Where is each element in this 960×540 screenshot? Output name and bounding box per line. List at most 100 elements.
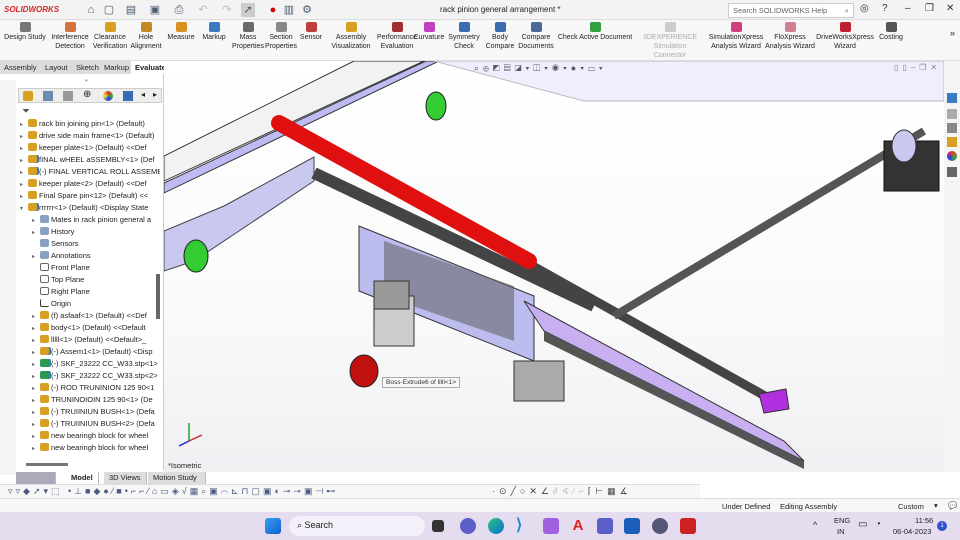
tree-item[interactable]: ▸ TRUNINOIOIN 125 90<1> (De <box>32 394 160 406</box>
ribbon-button-assembly-visualization[interactable]: Assembly Visualization <box>328 22 374 51</box>
custom-properties-tab-icon[interactable] <box>947 167 957 177</box>
ribbon-button-hole-alignment[interactable]: Hole Alignment <box>128 22 164 51</box>
expand-arrow-icon[interactable]: ▸ <box>32 431 40 442</box>
expand-arrow-icon[interactable]: ▸ <box>32 251 40 262</box>
sketch-entity-icons[interactable]: ·⊙╱○✕∠∂∢⁄⌐⌈⊢▦∡ <box>492 486 632 497</box>
expand-arrow-icon[interactable]: ▸ <box>32 371 40 382</box>
tree-item[interactable]: ▸ body<1> (Default) <<Default <box>32 322 160 334</box>
filter-icon[interactable]: ⏷ <box>22 106 30 117</box>
expand-arrow-icon[interactable]: ▸ <box>32 227 40 238</box>
tree-item[interactable]: ▸ (-) TRUIINIUN BUSH<1> (Defa <box>32 406 160 418</box>
expand-arrow-icon[interactable]: ▸ <box>32 215 40 226</box>
sketch-toolbar[interactable]: ▿▿◆➚▾⬚ •⊥■◆●⁄■•⌐⌐⁄⌂▭◈√▦⌕▣⌒⊾⊓▢▣◐⊸⊸▣⊣⊷ ·⊙╱… <box>0 484 700 498</box>
help-icon[interactable]: ? <box>882 3 888 14</box>
ribbon-button-compare-documents[interactable]: Compare Documents <box>518 22 554 51</box>
expand-arrow-icon[interactable]: ▸ <box>32 383 40 394</box>
expand-arrow-icon[interactable]: ▸ <box>20 167 28 178</box>
viewport-window-controls[interactable]: ▯▯–❐✕ <box>894 63 941 72</box>
assembly-model[interactable] <box>164 61 944 472</box>
tree-item[interactable]: Right Plane <box>32 286 160 298</box>
selection-filter-icons[interactable]: ▿▿◆➚▾⬚ •⊥■◆●⁄■•⌐⌐⁄⌂▭◈√▦⌕▣⌒⊾⊓▢▣◐⊸⊸▣⊣⊷ <box>8 486 338 497</box>
clock-date[interactable]: 06-04-2023 <box>893 527 931 536</box>
tree-item[interactable]: ▸ lllll<1> (Default) <<Default>_ <box>32 334 160 346</box>
expand-arrow-icon[interactable]: ▸ <box>32 359 40 370</box>
ribbon-button-driveworksxpress-wizard[interactable]: DriveWorksXpress Wizard <box>816 22 874 51</box>
tab-scroll-left-icon[interactable]: ◂ <box>141 90 145 99</box>
graphics-viewport[interactable]: ⌕⊕◩▤◪▾◫▾◉▾●▾▭▾ ▯▯–❐✕ *Isometric <box>164 61 944 472</box>
print-icon[interactable]: ⎙ <box>172 3 186 17</box>
tab-scroll-right-icon[interactable]: ▸ <box>153 90 157 99</box>
units-dropdown-icon[interactable]: ▾ <box>934 501 938 510</box>
tree-item[interactable]: ▸ (-) Assem1<1> (Default) <Disp <box>32 346 160 358</box>
design-library-tab-icon[interactable] <box>947 109 957 119</box>
tab-assembly[interactable]: Assembly <box>0 61 42 74</box>
tab-navigation-arrows[interactable] <box>16 472 56 484</box>
ribbon-button-body-compare[interactable]: Body Compare <box>484 22 516 51</box>
tree-vertical-scrollbar[interactable] <box>156 274 160 319</box>
tree-item[interactable]: ▸ rack bin joining pin<1> (Default) <box>20 118 160 130</box>
appearances-tab-icon[interactable] <box>947 151 957 161</box>
tree-item[interactable]: ▸ Final Spare pin<12> (Default) << <box>20 190 160 202</box>
panel-grip[interactable]: • <box>85 76 88 85</box>
language-indicator[interactable]: ENG <box>834 516 850 525</box>
ribbon-button-symmetry-check[interactable]: Symmetry Check <box>447 22 481 51</box>
home-icon[interactable]: ⌂ <box>84 3 98 17</box>
expand-arrow-icon[interactable]: ▸ <box>32 443 40 454</box>
ribbon-button-simulationxpress-analysis-wizard[interactable]: SimulationXpress Analysis Wizard <box>708 22 764 51</box>
notification-badge[interactable]: 1 <box>937 521 947 531</box>
tree-item[interactable]: ▸ keeper plate<2> (Default) <<Def <box>20 178 160 190</box>
tree-item[interactable]: Origin <box>32 298 160 310</box>
comment-icon[interactable]: 💬 <box>948 501 957 510</box>
ribbon-button-markup[interactable]: Markup <box>198 22 230 42</box>
ribbon-button-costing[interactable]: Costing <box>876 22 906 42</box>
expand-arrow-icon[interactable]: ▸ <box>20 119 28 130</box>
expand-arrow-icon[interactable]: ▸ <box>20 131 28 142</box>
undo-icon[interactable]: ↶ <box>196 3 210 17</box>
display-manager-tab-icon[interactable] <box>103 91 113 101</box>
volume-icon[interactable]: ◔ <box>875 519 881 530</box>
expand-arrow-icon[interactable]: ▸ <box>20 191 28 202</box>
select-icon[interactable]: ➚ <box>241 3 255 17</box>
tree-item[interactable]: ▸ fINAL wHEEL aSSEMBLY<1> (Def <box>20 154 160 166</box>
tree-item[interactable]: Sensors <box>32 238 160 250</box>
options-gear-icon[interactable]: ⚙ <box>300 3 314 17</box>
file-explorer-tab-icon[interactable] <box>947 123 957 133</box>
ribbon-button-sensor[interactable]: Sensor <box>298 22 324 42</box>
heads-up-view-toolbar[interactable]: ⌕⊕◩▤◪▾◫▾◉▾●▾▭▾ <box>474 63 644 75</box>
expand-arrow-icon[interactable]: ▸ <box>32 323 40 334</box>
expand-arrow-icon[interactable]: ▸ <box>32 311 40 322</box>
network-icon[interactable]: ▭ <box>858 519 867 530</box>
dimxpert-tab-icon[interactable]: ⊕ <box>83 89 91 100</box>
edge-icon[interactable] <box>488 518 504 534</box>
ribbon-button-check-active-document[interactable]: Check Active Document <box>556 22 634 42</box>
expand-arrow-icon[interactable]: ▸ <box>32 419 40 430</box>
expand-arrow-icon[interactable]: ▸ <box>20 155 28 166</box>
tree-item[interactable]: ▸ new bearingh block for wheel <box>32 430 160 442</box>
tree-item[interactable]: ▸ Annotations <box>32 250 160 262</box>
tree-item[interactable]: ▸ drive side main frame<1> (Default) <box>20 130 160 142</box>
units-selector[interactable]: Custom <box>898 502 924 511</box>
expand-arrow-icon[interactable]: ▸ <box>32 407 40 418</box>
task-view-icon[interactable] <box>432 520 444 532</box>
file-properties-icon[interactable]: ▥ <box>282 3 296 17</box>
tree-item[interactable]: ▸ History <box>32 226 160 238</box>
settings-icon[interactable] <box>652 518 668 534</box>
expand-arrow-icon[interactable]: ▸ <box>32 335 40 346</box>
ribbon-button-section-properties[interactable]: Section Properties <box>264 22 298 51</box>
teams-icon[interactable] <box>597 518 613 534</box>
ribbon-button-design-study[interactable]: Design Study <box>2 22 48 42</box>
taskbar-search[interactable]: ⌕ Search <box>289 516 425 536</box>
autocad-icon[interactable]: A <box>570 518 586 534</box>
minimize-button[interactable]: – <box>905 3 911 14</box>
tree-horizontal-scrollbar[interactable] <box>26 463 68 466</box>
expand-arrow-icon[interactable]: ▸ <box>20 179 28 190</box>
collapse-arrow-icon[interactable]: ▾ <box>20 203 28 214</box>
resources-tab-icon[interactable] <box>947 93 957 103</box>
close-button[interactable]: ✕ <box>946 3 954 14</box>
tree-item[interactable]: ▸ (-) ROD TRUNINION 125 90<1 <box>32 382 160 394</box>
ribbon-button-curvature[interactable]: Curvature <box>412 22 446 42</box>
tree-item[interactable]: Top Plane <box>32 274 160 286</box>
tray-overflow-icon[interactable]: ^ <box>813 520 817 530</box>
ribbon-button-interference-detection[interactable]: Interference Detection <box>50 22 90 51</box>
chat-icon[interactable] <box>460 518 476 534</box>
